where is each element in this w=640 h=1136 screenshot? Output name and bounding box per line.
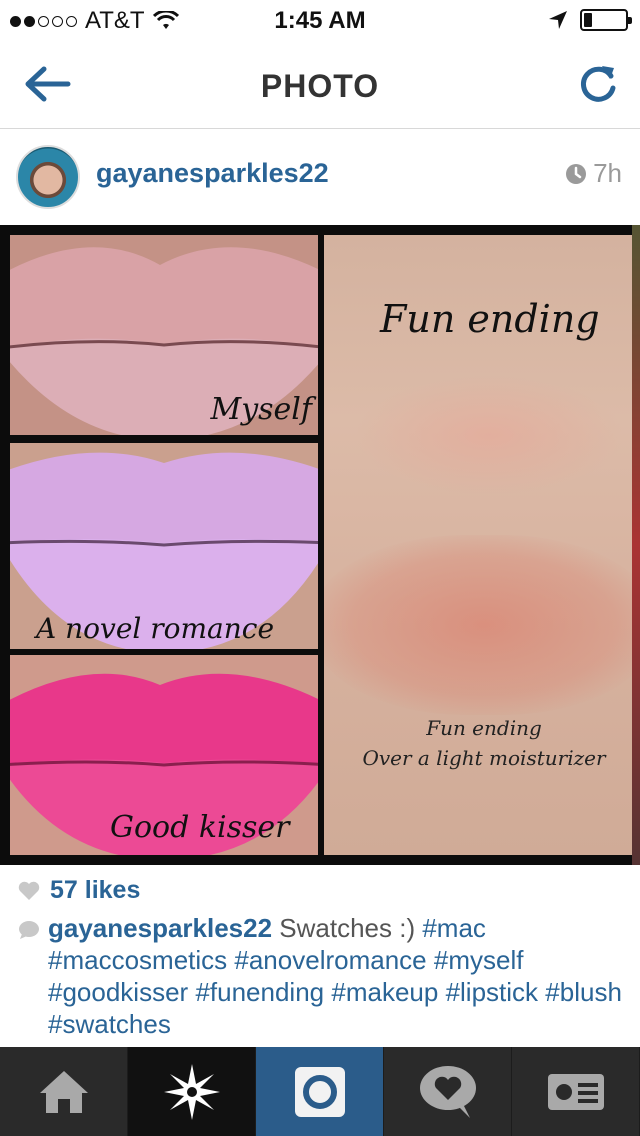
arm-note-line1: Fun ending [426,716,542,740]
profile-card-icon [547,1073,604,1110]
likes-count[interactable]: 57 likes [50,876,140,905]
caption-good-kisser: Good kisser [110,810,290,845]
status-bar: AT&T 1:45 AM [0,0,640,40]
arm-swatch-fun-ending: Fun ending Fun ending Over a light moist… [324,235,632,855]
home-icon [39,1070,88,1113]
heart-bubble-icon [419,1065,476,1118]
tab-activity[interactable] [384,1047,512,1136]
page-title: PHOTO [260,68,380,104]
hashtag[interactable]: #maccosmetics [48,945,227,975]
blush-swatch-heavy [324,535,632,715]
hashtag[interactable]: #funending [195,977,324,1007]
tab-home[interactable] [0,1047,128,1136]
caption-myself: Myself [210,392,312,427]
caption-username[interactable]: gayanesparkles22 [48,913,272,943]
avatar[interactable] [16,145,80,209]
explore-star-icon [163,1063,220,1120]
lip-swatch-myself: Myself [10,235,318,435]
location-arrow-icon [549,11,567,29]
lip-swatch-novel-romance: A novel romance [10,443,318,649]
status-right [548,9,632,31]
post-photo[interactable]: Myself A novel romance Good kisser Fun e… [0,225,640,865]
hashtag[interactable]: #myself [434,945,524,975]
caption-novel-romance: A novel romance [36,612,275,645]
nav-bar: PHOTO [0,40,640,129]
hashtag[interactable]: #blush [545,977,622,1007]
hashtag[interactable]: #anovelromance [234,945,426,975]
clock-icon [566,163,587,184]
lip-swatch-good-kisser: Good kisser [10,655,318,855]
arm-note: Fun ending Over a light moisturizer [344,713,624,773]
blush-swatch-light [354,375,624,495]
caption-body: Swatches :) [279,913,416,943]
hashtag[interactable]: #swatches [48,1009,171,1039]
camera-icon [294,1066,345,1117]
comment-bubble-icon [19,921,39,939]
post-timestamp: 7h [565,158,622,189]
caption-text: gayanesparkles22 Swatches :) #mac #macco… [48,912,628,1040]
tab-camera[interactable] [256,1047,384,1136]
tab-explore[interactable] [128,1047,256,1136]
status-time: 1:45 AM [274,7,366,34]
hashtag[interactable]: #goodkisser [48,977,188,1007]
arm-note-line2: Over a light moisturizer [362,746,606,770]
likes-row[interactable]: 57 likes [18,876,140,905]
time-ago-label: 7h [593,158,622,188]
hashtag[interactable]: #lipstick [446,977,538,1007]
post-username[interactable]: gayanesparkles22 [96,158,329,189]
hashtag[interactable]: #mac [422,913,486,943]
heart-icon [18,881,40,900]
arm-title: Fun ending [380,297,600,341]
tab-bar [0,1047,640,1136]
refresh-icon[interactable] [578,62,618,106]
battery-icon [580,9,632,31]
hashtag[interactable]: #makeup [331,977,438,1007]
photo-edge-strip [632,225,640,865]
post-header: gayanesparkles22 7h [0,129,640,225]
tab-profile[interactable] [512,1047,640,1136]
